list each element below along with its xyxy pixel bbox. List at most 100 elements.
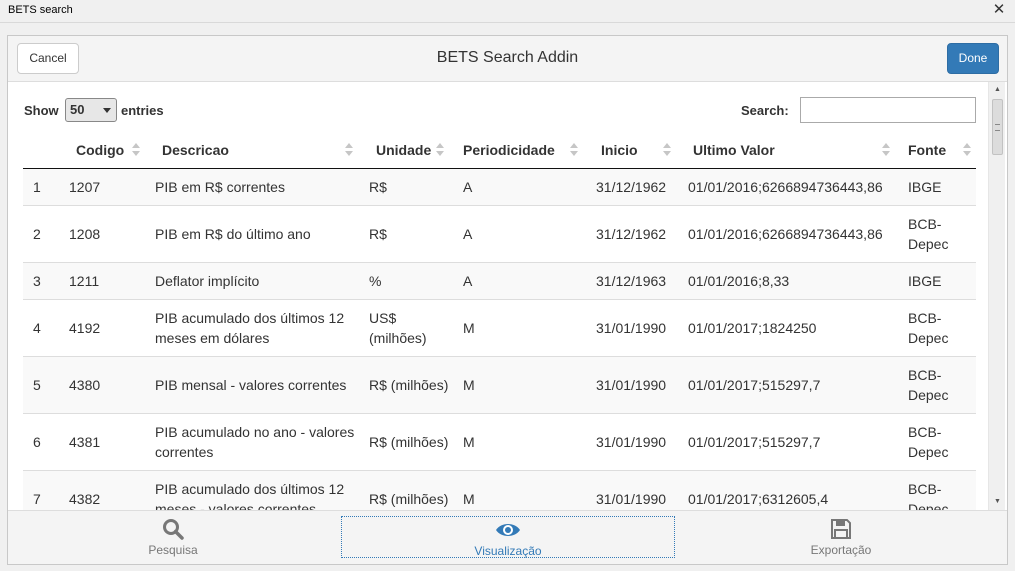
table-row[interactable]: 5 4380 PIB mensal - valores correntes R$… — [23, 355, 976, 413]
column-header-codigo[interactable]: Codigo — [61, 132, 147, 169]
column-header-unidade[interactable]: Unidade — [361, 132, 455, 169]
cell-descricao: PIB acumulado dos últimos 12 meses - val… — [147, 469, 361, 510]
scroll-up-icon[interactable]: ▲ — [989, 82, 1006, 98]
cell-codigo: 4382 — [61, 469, 147, 510]
cell-inicio: 31/01/1990 — [588, 469, 680, 510]
cell-descricao: PIB acumulado dos últimos 12 meses em dó… — [147, 298, 361, 356]
floppy-disk-icon — [831, 519, 851, 539]
dialog-title: BETS Search Addin — [436, 49, 579, 66]
cell-fonte: IBGE — [908, 178, 942, 195]
cell-ultimo-valor: 01/01/2016;6266894736443,86 — [688, 178, 883, 195]
search-label: Search: — [741, 103, 789, 118]
cell-unidade: R$ (milhões) — [361, 412, 455, 470]
column-header-fonte[interactable]: Fonte — [900, 132, 976, 169]
cell-fonte: BCB-Depec — [900, 355, 976, 413]
table-row[interactable]: 6 4381 PIB acumulado no ano - valores co… — [23, 412, 976, 470]
column-header-periodicidade[interactable]: Periodicidade — [455, 132, 588, 169]
cell-codigo: 4192 — [61, 298, 147, 356]
table-row[interactable]: 7 4382 PIB acumulado dos últimos 12 mese… — [23, 469, 976, 510]
window-titlebar: BETS search ✕ — [0, 0, 1015, 23]
cell-inicio: 31/12/1963 — [588, 261, 680, 299]
cell-index: 3 — [23, 261, 61, 299]
cell-fonte: BCB-Depec — [900, 298, 976, 356]
scroll-down-icon[interactable]: ▼ — [989, 494, 1006, 510]
cell-codigo: 1208 — [61, 204, 147, 262]
table-row[interactable]: 3 1211 Deflator implícito % A 31/12/1963… — [23, 261, 976, 299]
cell-index: 7 — [23, 469, 61, 510]
cell-periodicidade: A — [455, 261, 588, 299]
tab-label: Exportação — [810, 543, 872, 557]
cell-inicio: 31/12/1962 — [596, 178, 667, 195]
cell-descricao: PIB mensal - valores correntes — [147, 355, 361, 413]
tab-visualizacao[interactable]: Visualização — [341, 516, 675, 558]
table-row[interactable]: 4 4192 PIB acumulado dos últimos 12 mese… — [23, 298, 976, 356]
cell-periodicidade: M — [455, 298, 588, 356]
tab-exportacao[interactable]: Exportação — [791, 516, 891, 558]
cell-periodicidade: A — [463, 178, 473, 195]
dialog-header: Cancel BETS Search Addin Done — [8, 36, 1007, 82]
cell-ultimo-valor: 01/01/2016;6266894736443,86 — [680, 204, 900, 262]
show-label: Show — [24, 103, 59, 118]
cell-index: 4 — [23, 298, 61, 356]
window-title: BETS search — [8, 4, 73, 16]
sort-icon — [570, 143, 578, 157]
cell-codigo: 4380 — [61, 355, 147, 413]
cell-periodicidade: M — [455, 355, 588, 413]
cell-periodicidade: A — [455, 204, 588, 262]
cell-ultimo-valor: 01/01/2017;6312605,4 — [680, 469, 900, 510]
cell-unidade: R$ — [369, 178, 387, 195]
eye-icon — [496, 524, 520, 536]
vertical-scrollbar[interactable]: ▲ ▼ — [988, 82, 1005, 510]
cell-index: 6 — [23, 412, 61, 470]
cell-unidade: US$ (milhões) — [361, 298, 455, 356]
entries-per-page-value: 50 — [70, 102, 85, 117]
column-header-ultimo-valor[interactable]: Ultimo Valor — [680, 132, 900, 169]
tab-label: Pesquisa — [148, 543, 198, 557]
sort-icon — [436, 143, 444, 157]
series-table: Codigo Descricao Unidade Periodicidade I… — [23, 132, 976, 510]
scrollbar-thumb[interactable] — [992, 99, 1003, 155]
cell-fonte: BCB-Depec — [900, 469, 976, 510]
table-row[interactable]: 2 1208 PIB em R$ do último ano R$ A 31/1… — [23, 204, 976, 262]
cell-descricao: PIB em R$ do último ano — [147, 204, 361, 262]
column-header-descricao[interactable]: Descricao — [147, 132, 361, 169]
cell-inicio: 31/01/1990 — [588, 412, 680, 470]
chevron-down-icon — [103, 108, 111, 113]
cell-codigo: 1211 — [61, 261, 147, 299]
results-panel: Show 50 entries Search: Codigo Descricao… — [8, 82, 1007, 510]
column-header-inicio[interactable]: Inicio — [588, 132, 680, 169]
sort-icon — [345, 143, 353, 157]
cell-inicio: 31/01/1990 — [588, 298, 680, 356]
sort-icon — [882, 143, 890, 157]
cell-unidade: R$ (milhões) — [361, 355, 455, 413]
cell-codigo: 1207 — [69, 178, 101, 195]
cell-inicio: 31/12/1962 — [588, 204, 680, 262]
tab-pesquisa[interactable]: Pesquisa — [128, 516, 218, 558]
column-header-index — [23, 132, 61, 169]
cell-index: 5 — [23, 355, 61, 413]
table-controls: Show 50 entries Search: — [24, 97, 976, 125]
cell-ultimo-valor: 01/01/2017;515297,7 — [680, 355, 900, 413]
cell-descricao: PIB acumulado no ano - valores correntes — [147, 412, 361, 470]
table-row[interactable]: 1 1207 PIB em R$ correntes R$ A 31/12/19… — [23, 168, 976, 205]
cell-inicio: 31/01/1990 — [588, 355, 680, 413]
table-header-row: Codigo Descricao Unidade Periodicidade I… — [23, 132, 976, 169]
cell-unidade: % — [361, 261, 455, 299]
cell-fonte: BCB-Depec — [900, 204, 976, 262]
entries-per-page-select[interactable]: 50 — [65, 98, 117, 122]
cell-codigo: 4381 — [61, 412, 147, 470]
cell-unidade: R$ — [361, 204, 455, 262]
sort-icon — [663, 143, 671, 157]
cell-descricao: PIB em R$ correntes — [155, 178, 285, 195]
close-icon[interactable]: ✕ — [991, 2, 1007, 18]
search-input[interactable] — [800, 97, 976, 123]
cell-ultimo-valor: 01/01/2017;1824250 — [680, 298, 900, 356]
cell-ultimo-valor: 01/01/2017;515297,7 — [680, 412, 900, 470]
cell-periodicidade: M — [455, 412, 588, 470]
done-button[interactable]: Done — [947, 43, 999, 74]
cell-index: 2 — [23, 204, 61, 262]
cell-fonte: IBGE — [900, 261, 976, 299]
search-icon — [163, 519, 184, 540]
cell-index: 1 — [33, 178, 41, 195]
cell-periodicidade: M — [455, 469, 588, 510]
